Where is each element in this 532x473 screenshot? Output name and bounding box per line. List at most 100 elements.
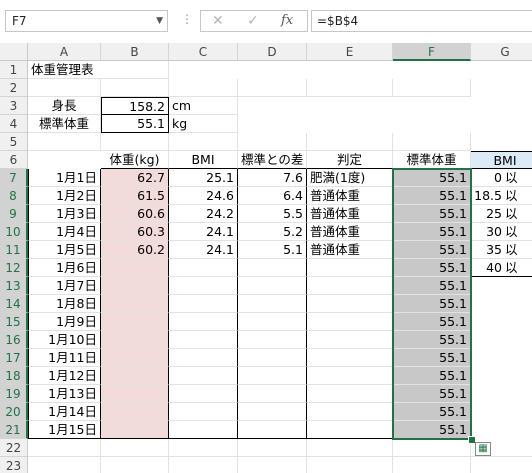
- row-header-8[interactable]: 8: [0, 187, 28, 205]
- insert-function-icon[interactable]: fx: [281, 13, 293, 28]
- diff-cell[interactable]: 5.1: [238, 241, 307, 259]
- bmi-cell[interactable]: 24.2: [169, 205, 238, 223]
- diff-cell[interactable]: 5.5: [238, 205, 307, 223]
- diff-cell[interactable]: [238, 349, 307, 367]
- column-header-a[interactable]: A: [28, 43, 101, 61]
- diff-cell[interactable]: [238, 331, 307, 349]
- date-cell[interactable]: 1月1日: [28, 169, 101, 187]
- column-header-f[interactable]: F: [393, 43, 471, 61]
- diff-cell[interactable]: [238, 259, 307, 277]
- row-header-19[interactable]: 19: [0, 385, 28, 403]
- diff-cell[interactable]: 6.4: [238, 187, 307, 205]
- bmi-cell[interactable]: 24.1: [169, 223, 238, 241]
- row-header-16[interactable]: 16: [0, 331, 28, 349]
- judge-cell[interactable]: [307, 367, 393, 385]
- judge-cell[interactable]: [307, 313, 393, 331]
- date-cell[interactable]: 1月7日: [28, 277, 101, 295]
- row-header-6[interactable]: 6: [0, 151, 28, 169]
- date-cell[interactable]: 1月6日: [28, 259, 101, 277]
- weight-cell[interactable]: [101, 385, 169, 403]
- column-header-b[interactable]: B: [101, 43, 169, 61]
- formula-input[interactable]: =$B$4: [311, 10, 532, 32]
- diff-cell[interactable]: 7.6: [238, 169, 307, 187]
- empty-cell[interactable]: [393, 439, 471, 457]
- date-cell[interactable]: 1月14日: [28, 403, 101, 421]
- diff-cell[interactable]: [238, 403, 307, 421]
- date-cell[interactable]: 1月10日: [28, 331, 101, 349]
- header-weight[interactable]: 体重(kg): [101, 151, 169, 169]
- cell-b4-std-value[interactable]: 55.1: [101, 115, 169, 133]
- diff-cell[interactable]: [238, 295, 307, 313]
- header-bmi-table[interactable]: BMI: [471, 151, 532, 169]
- row-header-15[interactable]: 15: [0, 313, 28, 331]
- row-header-11[interactable]: 11: [0, 241, 28, 259]
- empty-cell[interactable]: [393, 79, 471, 97]
- diff-cell[interactable]: [238, 277, 307, 295]
- std-weight-cell[interactable]: 55.1: [393, 295, 471, 313]
- row-header-4[interactable]: 4: [0, 115, 28, 133]
- row-header-17[interactable]: 17: [0, 349, 28, 367]
- empty-cell[interactable]: [101, 79, 169, 97]
- empty-cell[interactable]: [471, 457, 532, 473]
- weight-cell[interactable]: [101, 259, 169, 277]
- bmi-threshold-cell[interactable]: 0以: [471, 169, 532, 187]
- empty-cell[interactable]: [101, 439, 169, 457]
- row-header-23[interactable]: 23: [0, 457, 28, 473]
- empty-cell[interactable]: [307, 439, 393, 457]
- empty-cell[interactable]: [393, 133, 471, 151]
- judge-cell[interactable]: 肥満(1度): [307, 169, 393, 187]
- quick-analysis-icon[interactable]: ▦: [475, 442, 491, 456]
- row-header-22[interactable]: 22: [0, 439, 28, 457]
- bmi-cell[interactable]: 25.1: [169, 169, 238, 187]
- row-header-9[interactable]: 9: [0, 205, 28, 223]
- cell-b3-height-value[interactable]: 158.2: [101, 97, 169, 115]
- date-cell[interactable]: 1月2日: [28, 187, 101, 205]
- bmi-cell[interactable]: [169, 259, 238, 277]
- std-weight-cell[interactable]: 55.1: [393, 205, 471, 223]
- cell-a4-std-label[interactable]: 標準体重: [28, 115, 101, 133]
- weight-cell[interactable]: 62.7: [101, 169, 169, 187]
- date-cell[interactable]: 1月9日: [28, 313, 101, 331]
- select-all-corner[interactable]: [0, 43, 28, 61]
- bmi-threshold-cell[interactable]: 25 以: [471, 205, 532, 223]
- cancel-icon[interactable]: ✕: [212, 13, 224, 29]
- empty-cell[interactable]: [238, 79, 307, 97]
- empty-cell[interactable]: [238, 439, 307, 457]
- bmi-cell[interactable]: [169, 349, 238, 367]
- empty-cell[interactable]: [238, 457, 307, 473]
- std-weight-cell[interactable]: 55.1: [393, 367, 471, 385]
- date-cell[interactable]: 1月15日: [28, 421, 101, 439]
- header-bmi[interactable]: BMI: [169, 151, 238, 169]
- row-header-2[interactable]: 2: [0, 79, 28, 97]
- date-cell[interactable]: 1月12日: [28, 367, 101, 385]
- diff-cell[interactable]: [238, 421, 307, 439]
- column-header-c[interactable]: C: [169, 43, 238, 61]
- bmi-threshold-cell[interactable]: 30 以: [471, 223, 532, 241]
- bmi-cell[interactable]: 24.6: [169, 187, 238, 205]
- std-weight-cell[interactable]: 55.1: [393, 187, 471, 205]
- weight-cell[interactable]: [101, 403, 169, 421]
- judge-cell[interactable]: [307, 277, 393, 295]
- std-weight-cell[interactable]: 55.1: [393, 223, 471, 241]
- row-header-12[interactable]: 12: [0, 259, 28, 277]
- row-header-13[interactable]: 13: [0, 277, 28, 295]
- date-cell[interactable]: 1月3日: [28, 205, 101, 223]
- std-weight-cell[interactable]: 55.1: [393, 421, 471, 439]
- judge-cell[interactable]: [307, 259, 393, 277]
- diff-cell[interactable]: 5.2: [238, 223, 307, 241]
- empty-cell[interactable]: [28, 457, 101, 473]
- bmi-cell[interactable]: [169, 367, 238, 385]
- weight-cell[interactable]: 60.2: [101, 241, 169, 259]
- judge-cell[interactable]: 普通体重: [307, 205, 393, 223]
- empty-cell[interactable]: [28, 439, 101, 457]
- empty-cell[interactable]: [238, 133, 307, 151]
- header-std[interactable]: 標準体重: [393, 151, 471, 169]
- std-weight-cell[interactable]: 55.1: [393, 349, 471, 367]
- cell-c4-std-unit[interactable]: kg: [169, 115, 238, 133]
- column-header-e[interactable]: E: [307, 43, 393, 61]
- bmi-threshold-cell[interactable]: 18.5 以: [471, 187, 532, 205]
- bmi-cell[interactable]: [169, 277, 238, 295]
- row-header-20[interactable]: 20: [0, 403, 28, 421]
- judge-cell[interactable]: [307, 331, 393, 349]
- bmi-threshold-cell[interactable]: 40 以: [471, 259, 532, 277]
